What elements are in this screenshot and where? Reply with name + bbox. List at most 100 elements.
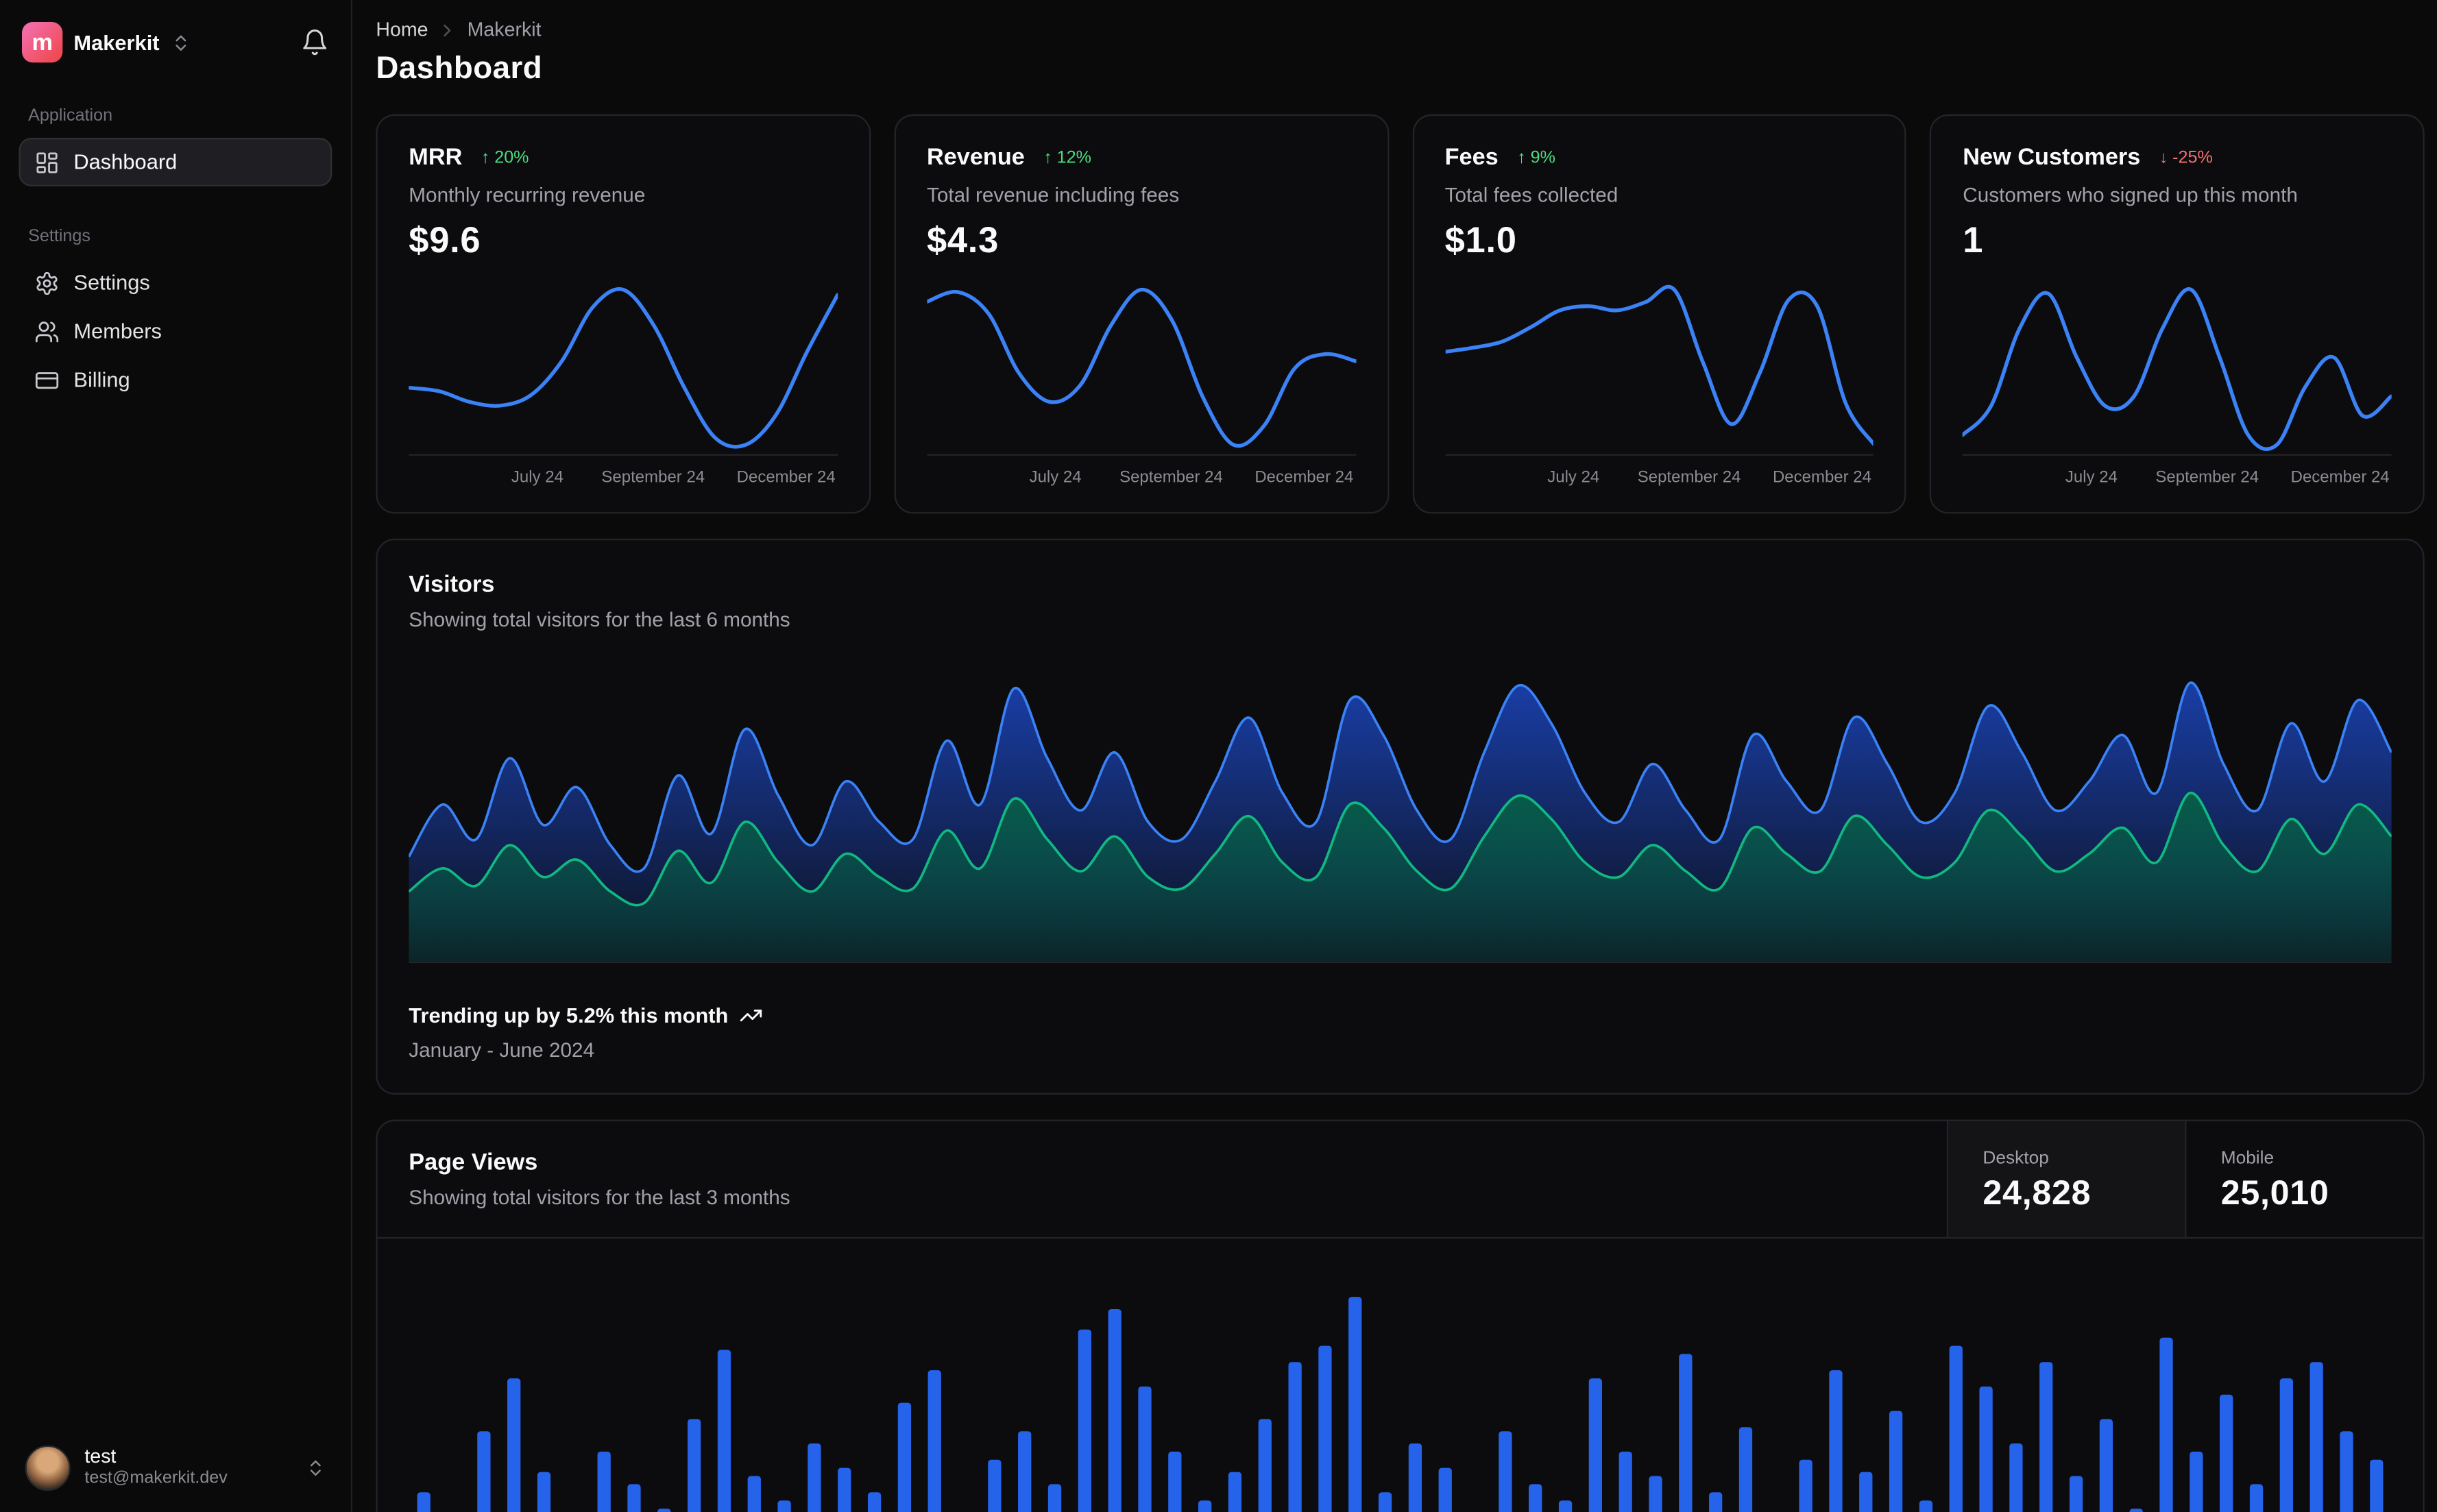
- stat-value: $9.6: [409, 219, 481, 260]
- x-tick: December 24: [2290, 468, 2390, 487]
- avatar: [25, 1445, 71, 1491]
- notifications-button[interactable]: [301, 28, 329, 56]
- page-views-title: Page Views: [409, 1149, 538, 1176]
- stat-value: $1.0: [1444, 219, 1517, 260]
- stat-subtitle: Customers who signed up this month: [1963, 183, 2298, 207]
- breadcrumb-current: Makerkit: [467, 19, 542, 41]
- x-tick: September 24: [601, 468, 705, 487]
- stat-cards-row: MRR ↑ 20% Monthly recurring revenue $9.6 …: [376, 114, 2425, 514]
- visitors-title: Visitors: [409, 571, 495, 598]
- chevrons-up-down-icon: [306, 1458, 326, 1478]
- sidebar-item-label: Members: [73, 319, 162, 343]
- x-tick: July 24: [1547, 468, 1600, 487]
- desktop-label: Desktop: [1983, 1149, 2049, 1169]
- page-title: Dashboard: [376, 51, 543, 86]
- x-tick: July 24: [1029, 468, 1082, 487]
- trend-up-icon: ↑: [1043, 147, 1052, 167]
- main-content: Home Makerkit Dashboard MRR ↑ 20% Monthly…: [352, 0, 2437, 1512]
- dashboard-grid-icon: [36, 151, 58, 173]
- x-axis-labels: July 24 September 24 December 24: [927, 465, 1355, 493]
- toggle-desktop[interactable]: Desktop 24,828: [1946, 1121, 2185, 1237]
- x-tick: July 24: [511, 468, 563, 487]
- x-tick: September 24: [1119, 468, 1223, 487]
- users-icon: [35, 321, 59, 342]
- page-views-subtitle: Showing total visitors for the last 3 mo…: [409, 1185, 790, 1209]
- chevron-right-icon: [437, 20, 458, 40]
- makerkit-logo: m: [21, 21, 63, 63]
- sidebar-item-dashboard[interactable]: Dashboard: [19, 138, 332, 186]
- trending-up-icon: [740, 1010, 762, 1022]
- x-axis-labels: July 24 September 24 December 24: [409, 465, 837, 493]
- sidebar: m Makerkit Application Dashboard Setting…: [0, 0, 353, 1512]
- x-axis-labels: July 24 September 24 December 24: [1963, 465, 2391, 493]
- desktop-value: 24,828: [1983, 1173, 2092, 1212]
- visitors-area-chart: [409, 666, 2392, 964]
- stat-subtitle: Total fees collected: [1444, 183, 1618, 207]
- trend-value: 9%: [1530, 147, 1555, 167]
- stat-value: $4.3: [926, 219, 999, 260]
- breadcrumb: Home Makerkit: [376, 19, 2424, 40]
- stat-card-revenue: Revenue ↑ 12% Total revenue including fee…: [893, 114, 1389, 514]
- user-name: test: [84, 1444, 117, 1467]
- visitors-subtitle: Showing total visitors for the last 6 mo…: [409, 607, 790, 631]
- user-email: test@makerkit.dev: [84, 1469, 228, 1489]
- bell-icon: [303, 29, 327, 56]
- trend-up-icon: ↑: [1517, 147, 1526, 167]
- trend-value: 12%: [1056, 147, 1092, 167]
- mrr-sparkline-chart: [409, 284, 838, 456]
- stat-card-mrr: MRR ↑ 20% Monthly recurring revenue $9.6 …: [376, 114, 871, 514]
- trend-badge: ↑ 20%: [481, 148, 529, 167]
- user-info: test test@makerkit.dev: [84, 1445, 227, 1491]
- x-tick: December 24: [1772, 468, 1871, 487]
- trend-badge: ↑ 12%: [1043, 148, 1091, 167]
- mobile-value: 25,010: [2220, 1173, 2329, 1212]
- stat-value: 1: [1963, 219, 1984, 260]
- stat-title: Revenue: [926, 144, 1025, 171]
- workspace-name: Makerkit: [73, 30, 160, 54]
- x-tick: July 24: [2065, 468, 2118, 487]
- gear-icon: [36, 271, 58, 294]
- trend-up-icon: ↑: [481, 147, 490, 167]
- sidebar-item-members[interactable]: Members: [19, 307, 332, 356]
- stat-title: New Customers: [1963, 144, 2141, 171]
- stat-title: MRR: [409, 144, 463, 171]
- credit-card-icon: [35, 371, 59, 389]
- trend-value: 20%: [494, 147, 529, 167]
- sidebar-item-label: Billing: [73, 367, 130, 392]
- visitors-footer: Trending up by 5.2% this month: [409, 1003, 2391, 1027]
- trend-value: -25%: [2172, 147, 2213, 167]
- mobile-label: Mobile: [2220, 1149, 2275, 1169]
- fees-sparkline-chart: [1444, 284, 1874, 456]
- workspace-selector[interactable]: m Makerkit: [19, 19, 332, 66]
- user-menu[interactable]: test test@makerkit.dev: [16, 1439, 335, 1497]
- trend-badge: ↓ -25%: [2159, 148, 2213, 167]
- page-views-header: Page Views Showing total visitors for th…: [377, 1121, 2423, 1239]
- visitors-date-range: January - June 2024: [409, 1038, 595, 1062]
- trend-badge: ↑ 9%: [1517, 148, 1555, 167]
- x-tick: December 24: [736, 468, 836, 487]
- app-window: m Makerkit Application Dashboard Setting…: [0, 0, 2437, 1512]
- trend-down-icon: ↓: [2159, 147, 2168, 167]
- nav-section-settings: Settings: [28, 227, 90, 246]
- page-views-card: Page Views Showing total visitors for th…: [376, 1119, 2425, 1512]
- sidebar-item-label: Dashboard: [73, 150, 178, 174]
- stat-subtitle: Total revenue including fees: [926, 183, 1180, 207]
- visitors-card: Visitors Showing total visitors for the …: [376, 538, 2425, 1095]
- stat-card-fees: Fees ↑ 9% Total fees collected $1.0 July …: [1411, 114, 1907, 514]
- revenue-sparkline-chart: [926, 284, 1356, 456]
- x-tick: December 24: [1254, 468, 1354, 487]
- nav-section-application: Application: [28, 106, 113, 125]
- stat-subtitle: Monthly recurring revenue: [409, 183, 646, 207]
- chevrons-up-down-icon: [171, 32, 191, 53]
- stat-title: Fees: [1444, 144, 1499, 171]
- new-customers-sparkline-chart: [1963, 284, 2392, 456]
- sidebar-item-label: Settings: [73, 271, 150, 295]
- x-tick: September 24: [1637, 468, 1741, 487]
- x-axis-labels: July 24 September 24 December 24: [1445, 465, 1874, 493]
- toggle-mobile[interactable]: Mobile 25,010: [2185, 1121, 2423, 1237]
- page-views-bar-chart: [409, 1248, 2391, 1512]
- sidebar-item-billing[interactable]: Billing: [19, 356, 332, 404]
- trend-text: Trending up by 5.2% this month: [409, 1003, 729, 1027]
- breadcrumb-home[interactable]: Home: [376, 19, 428, 40]
- sidebar-item-settings[interactable]: Settings: [19, 258, 332, 307]
